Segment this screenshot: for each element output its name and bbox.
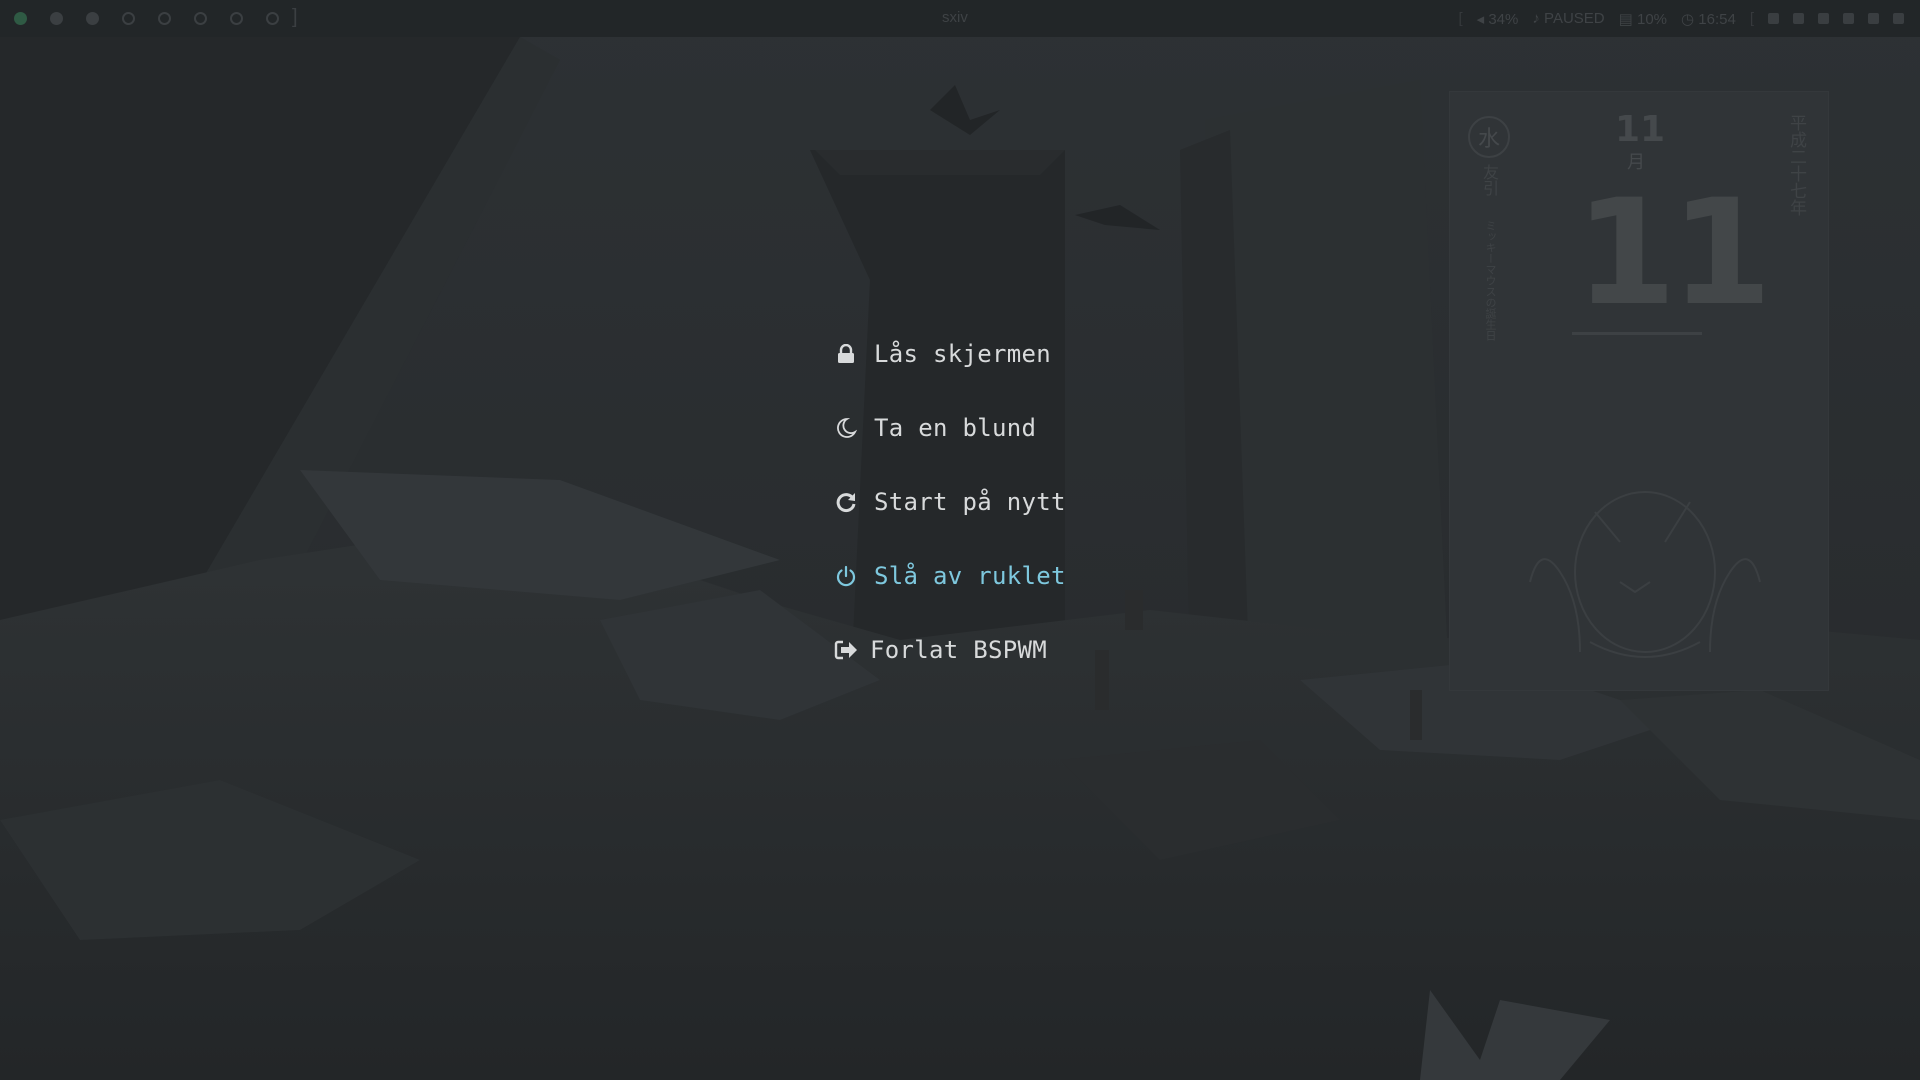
status-bar: ] sxiv [ ◂ 34% ♪ PAUSED ▤ 10% ◷ 16:54 [ — [0, 0, 1920, 37]
moon-icon — [834, 416, 858, 440]
calendar-divider — [1572, 332, 1702, 335]
power-icon — [834, 564, 858, 588]
menu-item-label: Lås skjermen — [874, 340, 1051, 368]
bluetooth-icon[interactable] — [1868, 13, 1879, 24]
calendar-note: ミッキーマウスの誕生日 — [1484, 220, 1497, 341]
network-icon[interactable] — [1843, 13, 1854, 24]
battery-icon[interactable] — [1818, 13, 1829, 24]
calendar-day-number: 11 — [1575, 168, 1772, 338]
volume-module[interactable]: ◂ 34% — [1477, 10, 1519, 28]
workspace-7-indicator[interactable] — [230, 12, 243, 25]
user-icon[interactable] — [1893, 13, 1904, 24]
menu-item-label: Forlat BSPWM — [870, 636, 1047, 664]
calendar-weekday: 水 — [1468, 116, 1510, 158]
memory-module: ▤ 10% — [1619, 10, 1667, 28]
workspace-3-indicator[interactable] — [86, 12, 99, 25]
calendar-poster: 水 友引 ミッキーマウスの誕生日 11 月 11 平成二十七年 — [1450, 92, 1828, 690]
clock-icon: ◷ — [1681, 10, 1695, 28]
settings-icon[interactable] — [1793, 13, 1804, 24]
workspace-4-indicator[interactable] — [122, 12, 135, 25]
window-title: sxiv — [942, 9, 968, 26]
calendar-month-number: 11 — [1615, 109, 1666, 150]
wifi-icon[interactable] — [1768, 13, 1779, 24]
menu-item-restart[interactable]: Start på nytt — [834, 482, 1066, 522]
calendar-era-year: 平成二十七年 — [1786, 114, 1806, 216]
menu-item-label: Start på nytt — [874, 488, 1066, 516]
sign-out-icon — [834, 638, 858, 662]
status-modules: [ ◂ 34% ♪ PAUSED ▤ 10% ◷ 16:54 [ — [1458, 0, 1920, 37]
status-separator: [ — [1458, 10, 1463, 27]
music-icon: ♪ — [1532, 10, 1540, 27]
workspace-5-indicator[interactable] — [158, 12, 171, 25]
menu-item-logout[interactable]: Forlat BSPWM — [834, 630, 1047, 670]
calendar-rokuyo: 友引 — [1480, 164, 1499, 196]
calendar-illustration — [1529, 491, 1761, 658]
menu-item-suspend[interactable]: Ta en blund — [834, 408, 1036, 448]
workspace-2-indicator[interactable] — [50, 12, 63, 25]
clock-value: 16:54 — [1698, 10, 1736, 28]
desktop: ] sxiv [ ◂ 34% ♪ PAUSED ▤ 10% ◷ 16:54 [ — [0, 0, 1920, 1080]
workspace-bracket: ] — [292, 6, 298, 28]
workspace-1-indicator[interactable] — [14, 12, 27, 25]
menu-item-label: Slå av ruklet — [874, 562, 1066, 590]
workspace-6-indicator[interactable] — [194, 12, 207, 25]
menu-item-label: Ta en blund — [874, 414, 1037, 442]
workspace-8-indicator[interactable] — [266, 12, 279, 25]
menu-item-shutdown[interactable]: Slå av ruklet — [834, 556, 1066, 596]
volume-icon: ◂ — [1476, 10, 1485, 28]
player-state: PAUSED — [1544, 10, 1605, 27]
volume-value: 34% — [1488, 10, 1519, 28]
clock-module: ◷ 16:54 — [1681, 10, 1736, 28]
menu-item-lock-screen[interactable]: Lås skjermen — [834, 334, 1051, 374]
refresh-icon — [834, 490, 858, 514]
memory-value: 10% — [1636, 10, 1668, 28]
lock-icon — [834, 342, 858, 366]
memory-icon: ▤ — [1618, 10, 1633, 28]
status-separator: [ — [1749, 10, 1754, 27]
player-module[interactable]: ♪ PAUSED — [1532, 10, 1604, 27]
